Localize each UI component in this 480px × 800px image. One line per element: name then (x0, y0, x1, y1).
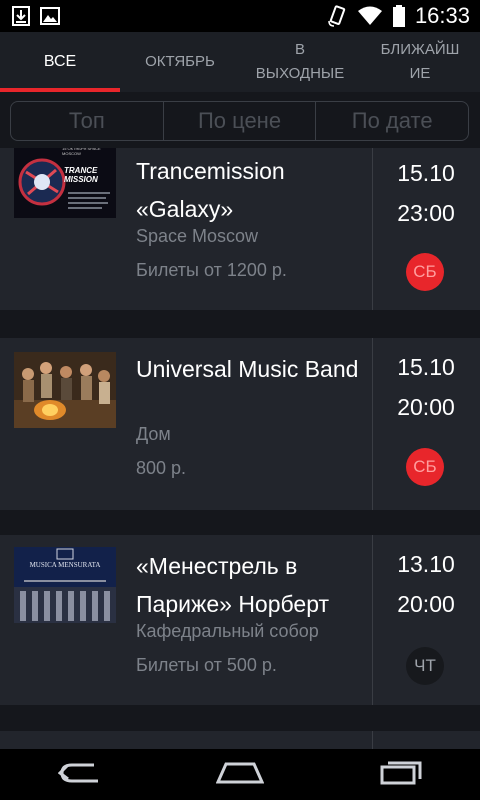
event-price: 800 р. (136, 458, 187, 478)
home-button[interactable] (200, 749, 280, 800)
tab-october[interactable]: ОКТЯБРЬ (120, 32, 240, 92)
event-price: Билеты от 500 р. (136, 655, 277, 675)
card-divider (372, 535, 373, 705)
event-title: Universal Music Band (136, 356, 359, 382)
event-card[interactable]: TRANCE MISSION 15 ОКТЯБРЯ SPACE MOSCOW T… (0, 148, 480, 310)
back-icon (57, 759, 102, 790)
home-icon (215, 760, 265, 789)
category-tabs: ВСЕ ОКТЯБРЬ В ВЫХОДНЫЕ БЛИЖАЙШ ИЕ (0, 32, 480, 92)
poster-logo-text: TRANCE MISSION (64, 166, 98, 184)
image-icon (40, 7, 60, 25)
event-card[interactable]: MUSICA MENSURATA «Менестрель в Париже» Н… (0, 535, 480, 705)
back-button[interactable] (40, 749, 120, 800)
event-price: Билеты от 1200 р. (136, 260, 287, 280)
battery-icon (392, 5, 405, 27)
event-date: 15.10 (397, 160, 455, 186)
card-divider (372, 148, 373, 310)
recent-apps-button[interactable] (360, 749, 440, 800)
event-poster: TRANCE MISSION 15 ОКТЯБРЯ SPACE MOSCOW (14, 148, 116, 218)
tab-upcoming[interactable]: БЛИЖАЙШ ИЕ (360, 32, 480, 92)
event-date: 13.10 (397, 551, 455, 577)
sort-date-button[interactable]: По дате (316, 102, 468, 140)
status-bar: 16:33 (0, 0, 480, 32)
card-divider (372, 338, 373, 510)
event-title: Trancemission «Galaxy» (136, 158, 285, 222)
event-card[interactable]: Universal Music Band Дом 800 р. 15.10 20… (0, 338, 480, 510)
system-nav-bar (0, 749, 480, 800)
weekday-badge: ЧТ (406, 647, 444, 685)
rotate-icon (327, 5, 347, 27)
download-icon (12, 6, 30, 26)
sort-bar: Топ По цене По дате (0, 92, 480, 148)
clock: 16:33 (414, 3, 470, 28)
sort-segmented-control: Топ По цене По дате (10, 101, 469, 141)
recent-apps-icon (378, 759, 422, 790)
event-venue: Space Moscow (136, 226, 259, 246)
tab-all[interactable]: ВСЕ (0, 32, 120, 92)
event-card[interactable] (0, 731, 480, 749)
poster-logo-text: MUSICA MENSURATA (29, 561, 101, 569)
card-divider (372, 731, 373, 749)
event-venue: Кафедральный собор (136, 621, 319, 641)
event-poster (14, 352, 116, 428)
poster-caption: 15 ОКТЯБРЯ SPACE MOSCOW (62, 148, 101, 156)
event-date: 15.10 (397, 354, 455, 380)
wifi-icon (357, 6, 383, 26)
weekday-badge: СБ (406, 448, 444, 486)
event-poster: MUSICA MENSURATA (14, 547, 116, 623)
sort-top-button[interactable]: Топ (11, 102, 164, 140)
event-title: «Менестрель в Париже» Норберт (136, 553, 330, 617)
event-time: 23:00 (397, 200, 455, 226)
tab-weekend[interactable]: В ВЫХОДНЫЕ (240, 32, 360, 92)
weekday-badge: СБ (406, 253, 444, 291)
sort-price-button[interactable]: По цене (164, 102, 317, 140)
event-time: 20:00 (397, 394, 455, 420)
event-list: TRANCE MISSION 15 ОКТЯБРЯ SPACE MOSCOW T… (0, 148, 480, 749)
event-time: 20:00 (397, 591, 455, 617)
event-venue: Дом (136, 424, 171, 444)
